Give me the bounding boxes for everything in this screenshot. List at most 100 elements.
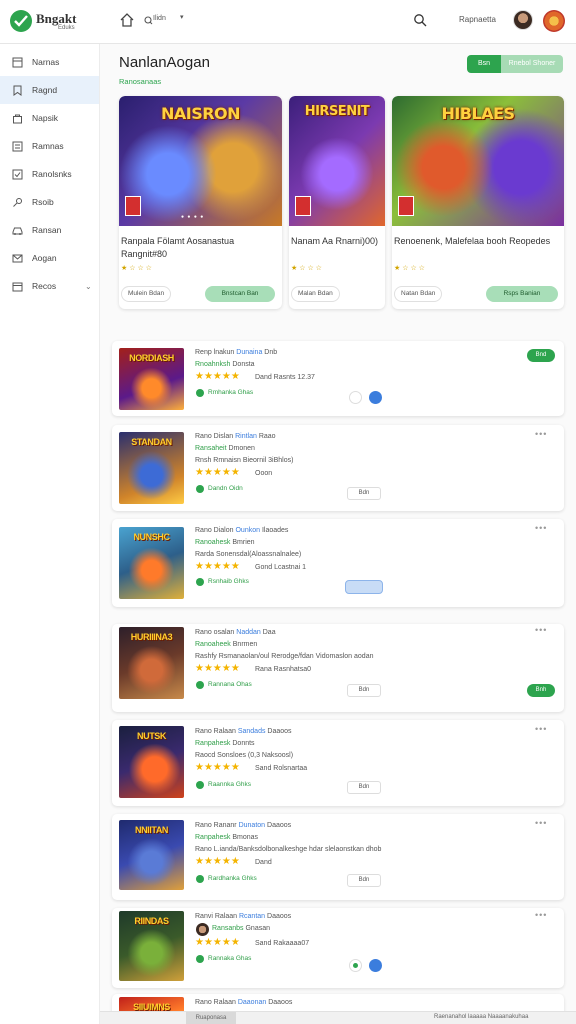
game-list-item[interactable]: HURIIINA3 Rano osalan Naddan Daa Ranoahe… xyxy=(112,624,564,712)
featured-secondary-button[interactable]: Mulein Bdan xyxy=(121,286,172,302)
sidebar-item-6[interactable]: Ransan xyxy=(0,216,99,244)
app-badge-icon[interactable] xyxy=(543,10,565,32)
sidebar-item-7[interactable]: Aogan xyxy=(0,244,99,272)
more-options-icon[interactable]: ••• xyxy=(535,724,547,734)
featured-title[interactable]: Nanam Aa Rnarni)00) xyxy=(291,235,378,248)
details-button[interactable]: Bdn xyxy=(347,684,381,697)
sidebar-item-label: Ramnas xyxy=(32,141,64,151)
game-title-line[interactable]: Rano Ralaan Daaonan Daaoos xyxy=(195,999,292,1006)
details-button[interactable]: Bdn xyxy=(347,781,381,794)
carousel-dots[interactable]: ● ● ● ● xyxy=(181,214,204,220)
user-name[interactable]: Rapnaetta xyxy=(459,15,496,24)
game-title-line[interactable]: Rano Rananr Dunaton Daaoos xyxy=(195,822,291,829)
featured-image[interactable]: NAISRON ● ● ● ● xyxy=(119,96,282,226)
primary-button[interactable]: Bsn xyxy=(467,55,501,73)
game-list-item[interactable]: NUNSHC Rano Dialon Ounkon Ilaoades Ranoa… xyxy=(112,519,564,607)
status-tab[interactable]: Ruaponasa xyxy=(186,1012,236,1024)
game-list-item[interactable]: NNIITAN Rano Rananr Dunaton Daaoos Ranpa… xyxy=(112,814,564,900)
calendar-icon xyxy=(12,282,23,291)
brand-logo-icon[interactable] xyxy=(10,10,32,32)
game-description: Rarda Sonensdal(Aloassnalnalee) xyxy=(195,551,302,558)
page-subtitle[interactable]: Ranosanaas xyxy=(119,77,161,86)
sidebar-item-0[interactable]: Narnas xyxy=(0,48,99,76)
thumbnail-title: NUNSHC xyxy=(133,532,170,542)
star-rating: ★★★★★ xyxy=(195,856,240,867)
featured-rating: ★ ☆ ☆ ☆ xyxy=(394,265,425,272)
game-list-item[interactable]: NORDIASH Renp lnakun Dunaina Dnb Rnoahnk… xyxy=(112,341,564,416)
game-title-line[interactable]: Ranvi Ralaan Rcantan Daaoos xyxy=(195,913,291,920)
status-text: Raenanahol laaaaa Naaaanakuhaa xyxy=(434,1014,529,1020)
game-meta: Raannka Ghks xyxy=(208,781,251,788)
share-icon[interactable] xyxy=(349,959,362,972)
featured-image[interactable]: HIRSENIT xyxy=(289,96,385,226)
play-icon[interactable] xyxy=(369,391,382,404)
details-button[interactable]: Bdn xyxy=(347,487,381,500)
featured-image[interactable]: HIBLAES xyxy=(392,96,564,226)
featured-rating: ★ ☆ ☆ ☆ xyxy=(291,265,322,272)
search-icon[interactable] xyxy=(413,13,427,27)
details-button[interactable]: Bdn xyxy=(347,874,381,887)
game-thumbnail[interactable]: STANDAN xyxy=(119,432,184,504)
more-options-icon[interactable]: ••• xyxy=(535,625,547,635)
featured-secondary-button[interactable]: Natan Bdan xyxy=(394,286,443,302)
game-title-line[interactable]: Rano Ralaan Sandads Daaoos xyxy=(195,728,292,735)
featured-primary-button[interactable]: Rsps Banian xyxy=(486,286,558,302)
developer-avatar xyxy=(196,923,209,936)
game-title-line[interactable]: Rano osalan Naddan Daa xyxy=(195,629,276,636)
more-options-icon[interactable]: ••• xyxy=(535,523,547,533)
featured-secondary-button[interactable]: Malan Bdan xyxy=(291,286,340,302)
game-list-item[interactable]: RIINDAS Ranvi Ralaan Rcantan Daaoos Rans… xyxy=(112,908,564,988)
install-button[interactable]: Bnh xyxy=(527,684,555,697)
game-thumbnail[interactable]: NUNSHC xyxy=(119,527,184,599)
sidebar-item-8[interactable]: Recos ⌄ xyxy=(0,272,99,300)
header-search-label[interactable]: Ilidn xyxy=(153,15,166,22)
featured-title[interactable]: Ranpala Fölamt Aosanastua Rangnit#80 xyxy=(121,235,282,261)
inbox-icon xyxy=(12,57,23,67)
bag-icon xyxy=(13,114,22,123)
featured-rating: ★ ☆ ☆ ☆ xyxy=(121,265,152,272)
featured-primary-button[interactable]: Bnstcan Ban xyxy=(205,286,275,302)
game-description: Rnsh Rmnaisn Bieornil 3iBhlos) xyxy=(195,457,294,464)
game-thumbnail[interactable]: NORDIASH xyxy=(119,348,184,410)
status-bar: Ruaponasa Raenanahol laaaaa Naaaanakuhaa xyxy=(100,1011,576,1024)
star-rating: ★★★★★ xyxy=(195,371,240,382)
featured-title[interactable]: Renoenenk, Malefelaa booh Reopedes xyxy=(394,235,550,248)
home-icon[interactable] xyxy=(119,12,135,28)
car-icon xyxy=(12,227,23,235)
game-thumbnail[interactable]: NUTSK xyxy=(119,726,184,798)
game-thumbnail[interactable]: HURIIINA3 xyxy=(119,627,184,699)
game-thumbnail[interactable]: RIINDAS xyxy=(119,911,184,981)
app-header: Bngakt Eduks Ilidn ▾ Rapnaetta xyxy=(0,0,576,44)
featured-card[interactable]: HIRSENIT Nanam Aa Rnarni)00) ★ ☆ ☆ ☆ Mal… xyxy=(289,96,385,309)
chevron-down-icon[interactable]: ⌄ xyxy=(85,282,92,291)
secondary-button[interactable]: Rnebol Shoner xyxy=(501,55,563,73)
game-list-item[interactable]: STANDAN Rano Dislan Rintlan Raao Ransahe… xyxy=(112,425,564,511)
game-title-line[interactable]: Rano Dialon Ounkon Ilaoades xyxy=(195,527,288,534)
user-avatar[interactable] xyxy=(513,10,533,30)
game-thumbnail[interactable]: NNIITAN xyxy=(119,820,184,890)
rating-text: Dand xyxy=(255,859,272,866)
more-options-icon[interactable]: ••• xyxy=(535,429,547,439)
star-rating: ★★★★★ xyxy=(195,762,240,773)
verified-icon xyxy=(196,389,204,397)
mail-icon xyxy=(12,254,23,262)
rating-text: Sand Rakaaaa07 xyxy=(255,940,310,947)
game-list-item[interactable]: NUTSK Rano Ralaan Sandads Daaoos Ranpahe… xyxy=(112,720,564,806)
sidebar-item-5[interactable]: Rsoib xyxy=(0,188,99,216)
sidebar-item-3[interactable]: Ramnas xyxy=(0,132,99,160)
featured-card[interactable]: NAISRON ● ● ● ● Ranpala Fölamt Aosanastu… xyxy=(119,96,282,309)
sidebar-item-2[interactable]: Napsik xyxy=(0,104,99,132)
share-icon[interactable] xyxy=(349,391,362,404)
sidebar-item-label: Narnas xyxy=(32,57,60,67)
chevron-down-icon[interactable]: ▾ xyxy=(180,13,184,21)
game-title-line[interactable]: Rano Dislan Rintlan Raao xyxy=(195,433,276,440)
install-button[interactable]: Bnd xyxy=(527,349,555,362)
more-options-icon[interactable]: ••• xyxy=(535,818,547,828)
more-options-icon[interactable]: ••• xyxy=(535,910,547,920)
featured-card[interactable]: HIBLAES Renoenenk, Malefelaa booh Reoped… xyxy=(392,96,564,309)
game-title-line[interactable]: Renp lnakun Dunaina Dnb xyxy=(195,349,277,356)
play-icon[interactable] xyxy=(369,959,382,972)
sidebar-item-4[interactable]: Ranolsnks xyxy=(0,160,99,188)
sidebar-item-1[interactable]: Ragnd xyxy=(0,76,99,104)
play-button[interactable] xyxy=(345,580,383,594)
